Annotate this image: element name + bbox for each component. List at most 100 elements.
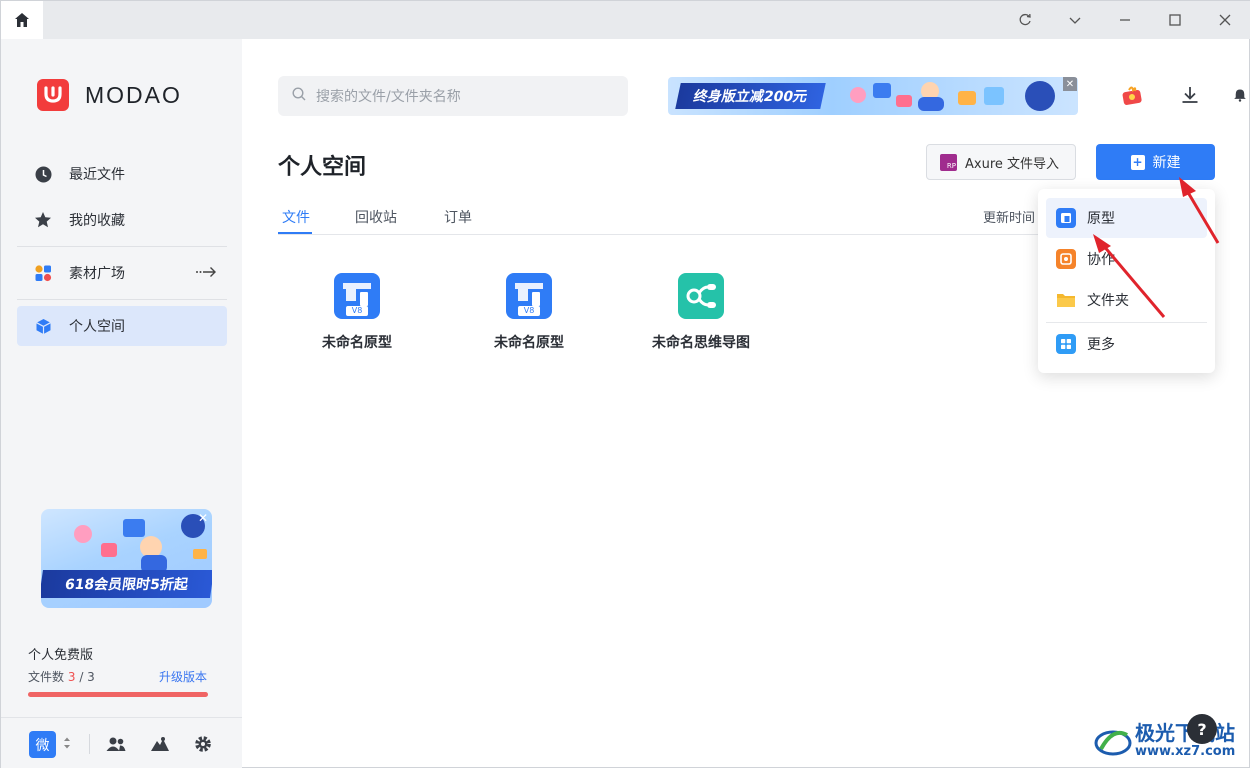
files-count-label: 文件数 <box>28 670 65 684</box>
settings-button[interactable] <box>190 731 216 757</box>
sidebar-item-recent[interactable]: 最近文件 <box>17 154 227 194</box>
version-badge: V8 <box>523 306 535 315</box>
arrow-right-icon <box>195 264 217 282</box>
gift-button[interactable] <box>1118 81 1146 109</box>
menu-item-prototype[interactable]: 原型 <box>1046 198 1207 238</box>
collab-icon <box>1056 249 1076 269</box>
sidebar-item-label: 素材广场 <box>69 266 125 282</box>
menu-item-label: 文件夹 <box>1087 293 1129 309</box>
close-button[interactable] <box>1200 1 1250 39</box>
sidebar-item-label: 我的收藏 <box>69 213 125 229</box>
search-input[interactable]: 搜索的文件/文件夹名称 <box>278 76 628 116</box>
banner-close-icon[interactable]: ✕ <box>1063 77 1077 91</box>
new-file-icon: + <box>1130 154 1145 170</box>
refresh-icon <box>1019 13 1031 26</box>
quota-progress-fill <box>28 692 208 697</box>
download-icon <box>1182 87 1198 103</box>
new-button[interactable]: + 新建 <box>1096 144 1215 180</box>
watermark-url: www.xz7.com <box>1135 744 1236 759</box>
sidebar-divider <box>17 246 227 247</box>
bottom-divider <box>89 734 90 754</box>
mindmap-file-icon <box>678 273 724 319</box>
files-count: 文件数 3 / 3 <box>28 668 95 685</box>
promo-banner[interactable]: 618会员限时5折起 ✕ <box>41 509 212 608</box>
home-tab[interactable] <box>1 1 43 39</box>
chevron-down-icon <box>1069 17 1081 24</box>
minimize-button[interactable] <box>1100 1 1150 39</box>
top-promo-banner[interactable]: 终身版立减200元 ✕ <box>668 77 1078 115</box>
menu-item-label: 更多 <box>1087 337 1115 353</box>
tab-orders[interactable]: 订单 <box>444 207 472 227</box>
sidebar-item-personal-space[interactable]: 个人空间 <box>17 306 227 346</box>
sidebar-item-favorites[interactable]: 我的收藏 <box>17 200 227 240</box>
sidebar-item-label: 个人空间 <box>69 319 125 335</box>
community-button[interactable] <box>147 731 173 757</box>
file-name: 未命名原型 <box>322 335 392 351</box>
promo-close-icon[interactable]: ✕ <box>198 511 208 525</box>
files-used: 3 <box>67 670 76 684</box>
team-button[interactable] <box>103 731 129 757</box>
watermark: 极光下载站 www.xz7.com <box>1093 717 1243 763</box>
prototype-file-icon: V8 <box>506 273 552 319</box>
upgrade-link[interactable]: 升级版本 <box>159 668 207 685</box>
tab-bar: 文件 回收站 订单 <box>278 201 1038 235</box>
maximize-button[interactable] <box>1150 1 1200 39</box>
menu-item-collab[interactable]: 协作 <box>1046 239 1207 279</box>
sidebar-divider <box>17 299 227 300</box>
sidebar-item-materials[interactable]: 素材广场 <box>17 253 227 293</box>
menu-item-folder[interactable]: 文件夹 <box>1046 280 1207 320</box>
team-icon <box>106 737 126 751</box>
prototype-file-icon: V8 <box>334 273 380 319</box>
page-title: 个人空间 <box>278 155 367 180</box>
download-button[interactable] <box>1176 81 1204 109</box>
sidebar-item-label: 最近文件 <box>69 167 125 183</box>
title-bar <box>1 1 1250 39</box>
quota-progress-bar <box>28 692 208 697</box>
shapes-icon <box>34 264 52 282</box>
dropdown-button[interactable] <box>1050 1 1100 39</box>
grid-icon <box>1056 334 1076 354</box>
plan-name: 个人免费版 <box>28 648 94 663</box>
menu-item-more[interactable]: 更多 <box>1046 324 1207 364</box>
help-button[interactable]: ? <box>1187 714 1217 744</box>
new-button-label: 新建 <box>1152 155 1181 171</box>
scrollbar[interactable] <box>1243 39 1250 768</box>
file-card[interactable]: 未命名思维导图 <box>636 273 766 352</box>
axure-import-label: Axure 文件导入 <box>965 156 1060 172</box>
switch-account-icon[interactable] <box>63 735 71 755</box>
sidebar-bottom-bar: 微 <box>1 717 242 768</box>
new-dropdown-menu: 原型 协作 文件夹 更多 <box>1038 189 1215 373</box>
watermark-logo-icon <box>1094 730 1132 756</box>
sort-dropdown[interactable]: 更新时间 <box>983 207 1035 226</box>
menu-divider <box>1046 322 1207 323</box>
axure-rp-icon: RP <box>940 153 957 171</box>
file-card[interactable]: V8 未命名原型 <box>464 273 594 352</box>
star-icon <box>34 211 52 229</box>
promo-text: 618会员限时5折起 <box>41 570 212 598</box>
logo[interactable]: MODAO <box>37 79 182 111</box>
files-total: / 3 <box>79 670 95 684</box>
user-avatar[interactable]: 微 <box>29 731 56 758</box>
folder-icon <box>1056 290 1076 310</box>
gift-icon <box>1122 86 1142 105</box>
modao-logo-icon <box>37 79 69 111</box>
minimize-icon <box>1120 19 1130 21</box>
clock-icon <box>34 165 52 183</box>
prototype-icon <box>1056 208 1076 228</box>
watermark-title: 极光下载站 <box>1135 721 1235 745</box>
file-name: 未命名思维导图 <box>652 335 750 351</box>
banner-text: 终身版立减200元 <box>675 83 826 109</box>
cube-icon <box>34 317 52 335</box>
axure-import-button[interactable]: RP Axure 文件导入 <box>926 144 1076 180</box>
home-icon <box>15 13 29 27</box>
maximize-icon <box>1169 14 1181 26</box>
logo-text: MODAO <box>85 81 182 108</box>
file-card[interactable]: V8 未命名原型 <box>292 273 422 352</box>
help-icon: ? <box>1197 719 1207 739</box>
tab-recycle-bin[interactable]: 回收站 <box>355 207 397 227</box>
tab-files[interactable]: 文件 <box>282 207 310 227</box>
tab-active-indicator <box>278 232 312 234</box>
refresh-button[interactable] <box>1000 1 1050 39</box>
file-name: 未命名原型 <box>494 335 564 351</box>
close-icon <box>1219 14 1231 26</box>
